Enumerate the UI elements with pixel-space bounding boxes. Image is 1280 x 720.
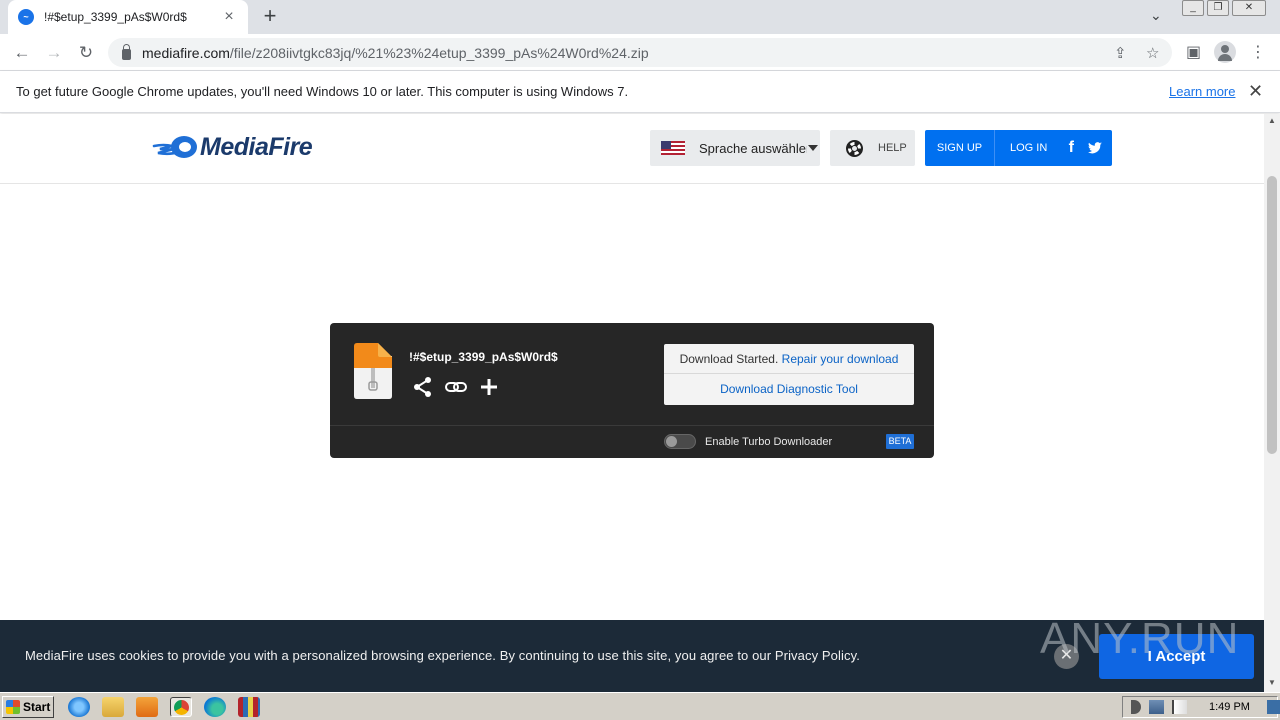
chrome-menu-icon[interactable]: ⋮	[1250, 42, 1266, 62]
taskbar-clock: 1:49 PM	[1209, 701, 1250, 713]
language-label: Sprache auswählen	[699, 140, 807, 156]
start-label: Start	[23, 700, 51, 714]
window-controls: _ ❐ ✕	[1182, 0, 1269, 16]
file-actions	[412, 376, 511, 398]
volume-icon[interactable]	[1131, 700, 1141, 714]
address-bar[interactable]: mediafire.com/file/z208iivtgkc83jq/%21%2…	[108, 38, 1172, 67]
language-select[interactable]: Sprache auswählen	[650, 130, 820, 166]
auth-buttons: SIGN UP LOG IN f	[925, 130, 1112, 166]
back-arrow-icon[interactable]: ←	[11, 42, 33, 64]
url-path: /file/z208iivtgkc83jq/%21%23%24etup_3399…	[229, 44, 649, 61]
beta-badge: BETA	[886, 434, 914, 449]
anyrun-watermark: ANY.RUN	[1040, 614, 1240, 663]
restore-icon[interactable]: ❐	[1207, 0, 1229, 16]
scroll-thumb[interactable]	[1267, 176, 1277, 454]
browser-tab[interactable]: ~ !#$etup_3399_pAs$W0rd$ ×	[8, 0, 248, 34]
add-plus-icon[interactable]	[478, 376, 500, 398]
mediafire-flame-icon	[152, 136, 197, 158]
learn-more-link[interactable]: Learn more	[1169, 84, 1235, 99]
browser-toolbar: ← → ↻ mediafire.com/file/z208iivtgkc83jq…	[0, 34, 1280, 71]
mediafire-favicon-icon: ~	[18, 9, 34, 25]
chrome-logo-icon	[173, 700, 189, 715]
infobar-close-icon[interactable]: ✕	[1248, 81, 1263, 102]
twitter-icon[interactable]	[1087, 140, 1103, 156]
copy-link-icon[interactable]	[445, 376, 467, 398]
new-tab-plus-icon[interactable]: +	[258, 5, 282, 29]
taskbar-quicklaunch	[68, 697, 272, 717]
help-label: HELP	[878, 142, 907, 154]
facebook-icon[interactable]: f	[1063, 140, 1079, 156]
us-flag-icon	[661, 141, 685, 155]
status-text: Download Started.	[679, 352, 779, 366]
turbo-label: Enable Turbo Downloader	[705, 436, 833, 448]
action-center-flag-icon[interactable]	[1172, 700, 1187, 714]
infobar-message: To get future Google Chrome updates, you…	[16, 84, 629, 99]
reload-icon[interactable]: ↻	[75, 42, 97, 64]
file-name: !#$etup_3399_pAs$W0rd$	[409, 350, 558, 364]
url-text: mediafire.com/file/z208iivtgkc83jq/%21%2…	[142, 45, 649, 61]
profile-avatar-icon[interactable]	[1214, 41, 1236, 63]
forward-arrow-icon[interactable]: →	[43, 42, 65, 64]
window-close-icon[interactable]: ✕	[1232, 0, 1266, 16]
winrar-icon[interactable]	[238, 697, 260, 717]
url-domain: mediafire.com	[142, 44, 230, 61]
tab-close-icon[interactable]: ×	[220, 8, 238, 26]
help-button[interactable]: HELP	[830, 130, 915, 166]
repair-download-link[interactable]: Repair your download	[782, 352, 899, 366]
mediafire-logo[interactable]: MediaFire	[152, 132, 313, 162]
bookmark-star-icon[interactable]: ☆	[1146, 44, 1159, 62]
scroll-up-arrow-icon[interactable]: ▲	[1268, 116, 1276, 125]
download-status-box: Download Started. Repair your download D…	[664, 344, 914, 405]
minimize-icon[interactable]: _	[1182, 0, 1204, 16]
log-in-button[interactable]: LOG IN	[1010, 142, 1047, 154]
browser-tab-strip: ~ !#$etup_3399_pAs$W0rd$ × + ⌄ _ ❐ ✕	[0, 0, 1280, 34]
edge-icon[interactable]	[204, 697, 226, 717]
show-desktop-icon[interactable]	[1267, 700, 1280, 714]
share-icon[interactable]	[412, 376, 434, 398]
download-status: Download Started. Repair your download	[664, 344, 914, 374]
page-viewport: MediaFire Sprache auswählen HELP SIGN UP…	[0, 114, 1264, 692]
logo-text: MediaFire	[200, 132, 313, 161]
tab-title: !#$etup_3399_pAs$W0rd$	[44, 10, 187, 24]
internet-explorer-icon[interactable]	[68, 697, 90, 717]
media-player-icon[interactable]	[136, 697, 158, 717]
windows-logo-icon	[6, 700, 20, 714]
network-icon[interactable]	[1149, 700, 1164, 714]
share-page-icon[interactable]: ⇪	[1114, 44, 1127, 62]
zip-file-icon	[354, 343, 392, 399]
turbo-toggle[interactable]	[664, 434, 696, 449]
file-explorer-icon[interactable]	[102, 697, 124, 717]
tab-search-chevron-icon[interactable]: ⌄	[1150, 7, 1162, 24]
chrome-taskbar-icon[interactable]	[170, 697, 192, 717]
toggle-knob	[666, 436, 677, 447]
cookie-message: MediaFire uses cookies to provide you wi…	[25, 648, 860, 663]
download-card: !#$etup_3399_pAs$W0rd$ Download Started.…	[330, 323, 934, 458]
caret-down-icon	[808, 145, 818, 151]
windows-taskbar: Start 1:49 PM	[0, 692, 1280, 720]
diagnostic-tool-link[interactable]: Download Diagnostic Tool	[664, 374, 914, 404]
card-divider	[330, 425, 934, 426]
update-infobar: To get future Google Chrome updates, you…	[0, 71, 1280, 113]
lock-icon[interactable]	[122, 43, 131, 60]
scroll-down-arrow-icon[interactable]: ▼	[1268, 678, 1276, 687]
start-button[interactable]: Start	[2, 696, 54, 718]
system-tray: 1:49 PM	[1122, 696, 1280, 718]
mediafire-header: MediaFire Sprache auswählen HELP SIGN UP…	[0, 114, 1264, 184]
side-panel-icon[interactable]: ▣	[1186, 42, 1201, 62]
page-scrollbar[interactable]: ▲ ▼	[1264, 114, 1280, 692]
sign-up-button[interactable]: SIGN UP	[925, 130, 995, 166]
lifebuoy-icon	[846, 139, 863, 157]
